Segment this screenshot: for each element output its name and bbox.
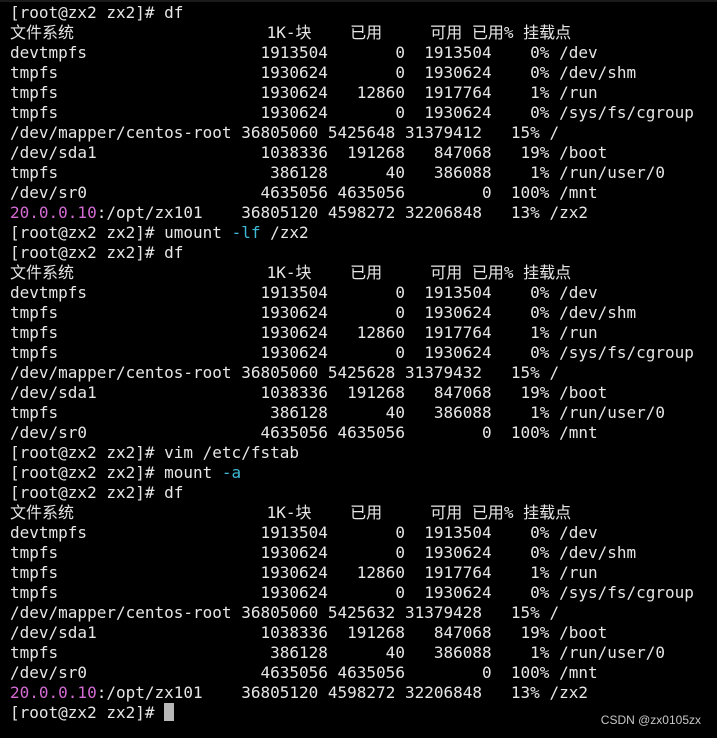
df-row: devtmpfs 1913504 0 1913504 0% /dev (10, 43, 598, 62)
terminal-line: [root@zx2 zx2]# df (10, 3, 184, 22)
df-row-nfs: 20.0.0.10:/opt/zx101 36805120 4598272 32… (10, 203, 717, 223)
terminal-line: [root@zx2 zx2]# df (10, 483, 184, 502)
df-row: /dev/sr0 4635056 4635056 0 100% /mnt (10, 183, 598, 202)
df-row: tmpfs 386128 40 386088 1% /run/user/0 (10, 163, 666, 182)
df-row: tmpfs 1930624 0 1930624 0% /dev/shm (10, 543, 637, 562)
df-row: /dev/mapper/centos-root 36805060 5425648… (10, 123, 560, 142)
df-header-row: 文件系统 1K-块 已用 可用 已用% 挂载点 (10, 503, 572, 522)
nfs-server-ip: 20.0.0.10 (10, 683, 97, 702)
mount-prefix: [root@zx2 zx2]# mount (10, 463, 222, 482)
df-header-row: 文件系统 1K-块 已用 可用 已用% 挂载点 (10, 23, 572, 42)
umount-prefix: [root@zx2 zx2]# umount (10, 223, 232, 242)
terminal-window[interactable]: [root@zx2 zx2]# df 文件系统 1K-块 已用 可用 已用% 挂… (0, 0, 717, 738)
vim-command-line: [root@zx2 zx2]# vim /etc/fstab (10, 443, 299, 462)
df-row: tmpfs 386128 40 386088 1% /run/user/0 (10, 403, 666, 422)
nfs-row-rest: :/opt/zx101 36805120 4598272 32206848 13… (96, 683, 588, 702)
df-row: /dev/mapper/centos-root 36805060 5425632… (10, 603, 560, 622)
nfs-row-rest: :/opt/zx101 36805120 4598272 32206848 13… (96, 203, 588, 222)
df-header-row: 文件系统 1K-块 已用 可用 已用% 挂载点 (10, 263, 572, 282)
nfs-server-ip: 20.0.0.10 (10, 203, 97, 222)
df-row: tmpfs 1930624 0 1930624 0% /sys/fs/cgrou… (10, 103, 694, 122)
df-row: /dev/sda1 1038336 191268 847068 19% /boo… (10, 383, 608, 402)
umount-option: -lf (231, 223, 261, 242)
df-row: /dev/sda1 1038336 191268 847068 19% /boo… (10, 623, 608, 642)
text-cursor (164, 703, 175, 721)
mount-option: -a (221, 463, 242, 482)
df-row: tmpfs 1930624 12860 1917764 1% /run (10, 83, 598, 102)
umount-suffix: /zx2 (260, 223, 309, 242)
window-top-edge (0, 0, 717, 2)
df-row: tmpfs 1930624 0 1930624 0% /sys/fs/cgrou… (10, 343, 694, 362)
df-row: devtmpfs 1913504 0 1913504 0% /dev (10, 523, 598, 542)
df-row: /dev/sda1 1038336 191268 847068 19% /boo… (10, 143, 608, 162)
df-row: tmpfs 386128 40 386088 1% /run/user/0 (10, 643, 666, 662)
df-row: tmpfs 1930624 12860 1917764 1% /run (10, 323, 598, 342)
df-row: /dev/mapper/centos-root 36805060 5425628… (10, 363, 560, 382)
df-row: /dev/sr0 4635056 4635056 0 100% /mnt (10, 663, 598, 682)
shell-prompt: [root@zx2 zx2]# (10, 703, 165, 722)
df-row: tmpfs 1930624 0 1930624 0% /dev/shm (10, 303, 637, 322)
umount-command-line: [root@zx2 zx2]# umount -lf /zx2 (10, 223, 717, 243)
watermark: CSDN @zx0105zx (600, 713, 701, 727)
df-row: tmpfs 1930624 12860 1917764 1% /run (10, 563, 598, 582)
df-row: /dev/sr0 4635056 4635056 0 100% /mnt (10, 423, 598, 442)
df-row-nfs: 20.0.0.10:/opt/zx101 36805120 4598272 32… (10, 683, 717, 703)
df-row: tmpfs 1930624 0 1930624 0% /dev/shm (10, 63, 637, 82)
df-row: tmpfs 1930624 0 1930624 0% /sys/fs/cgrou… (10, 583, 694, 602)
terminal-line: [root@zx2 zx2]# df (10, 243, 184, 262)
df-row: devtmpfs 1913504 0 1913504 0% /dev (10, 283, 598, 302)
mount-command-line: [root@zx2 zx2]# mount -a (10, 463, 717, 483)
